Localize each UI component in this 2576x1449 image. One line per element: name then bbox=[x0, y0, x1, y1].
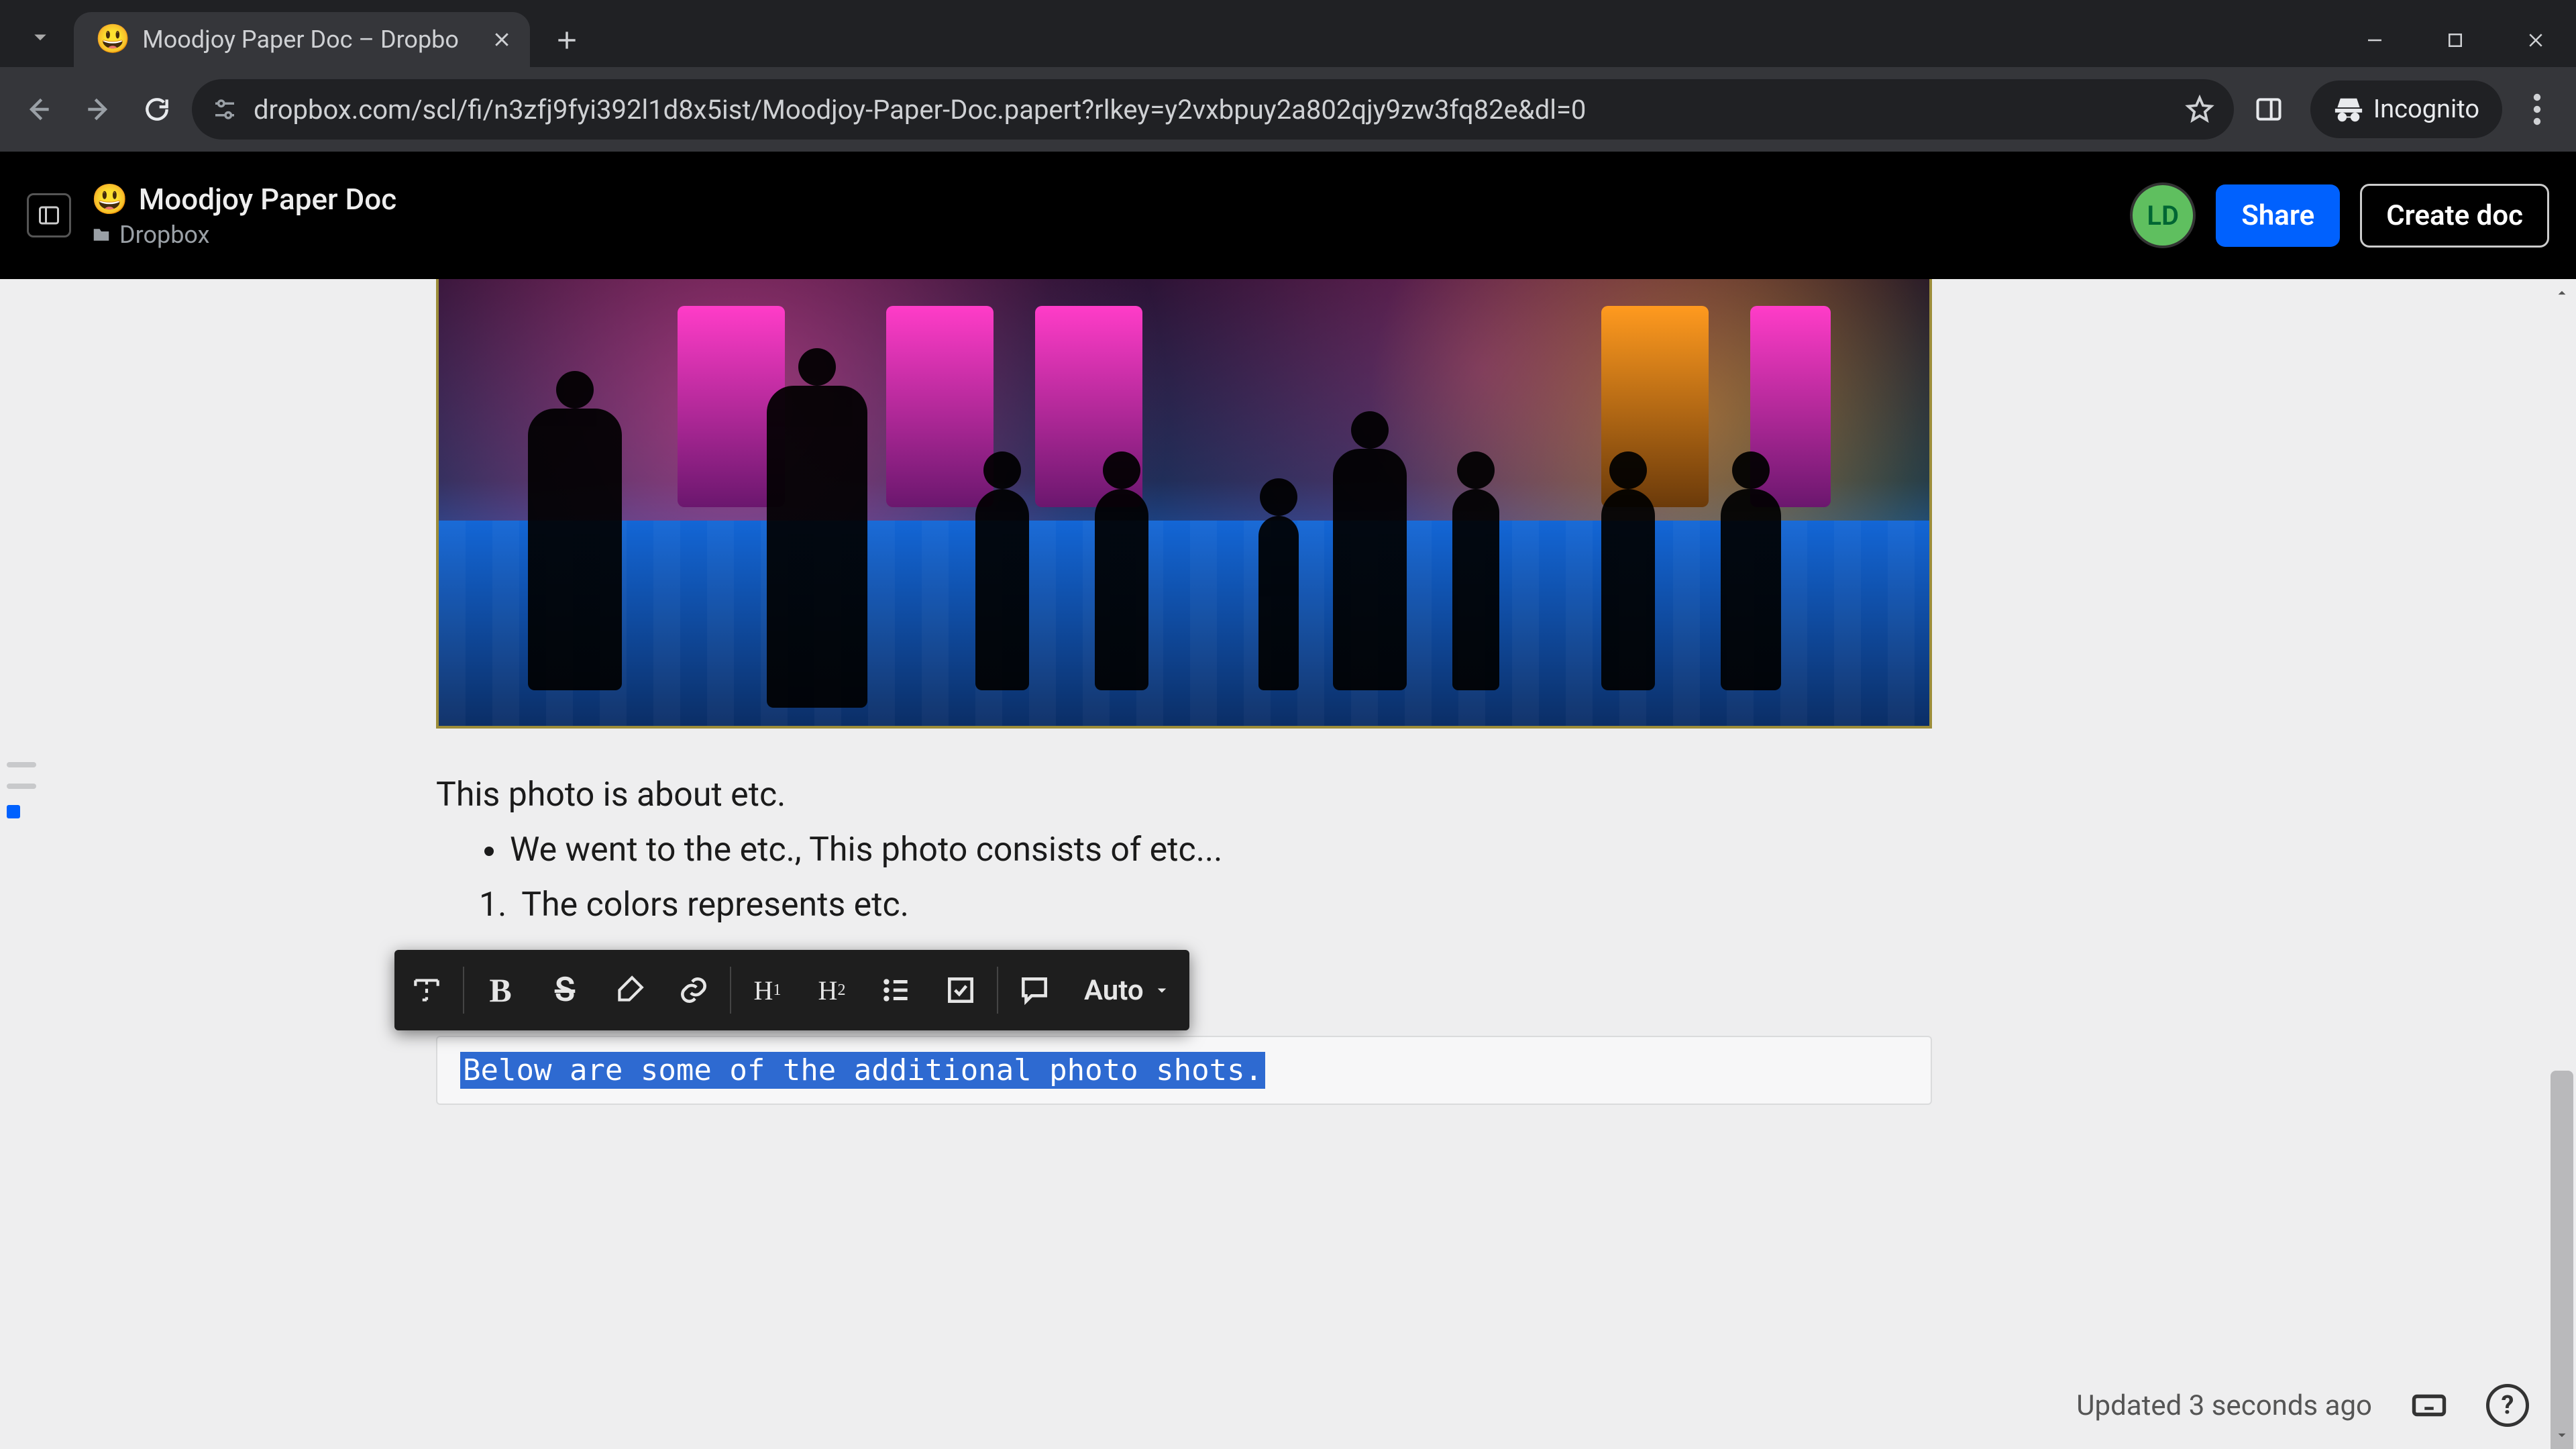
nav-back-button[interactable] bbox=[15, 85, 63, 133]
search-tabs-button[interactable] bbox=[7, 7, 74, 67]
omnibox[interactable]: dropbox.com/scl/fi/n3zfj9fyi392l1d8x5ist… bbox=[192, 79, 2234, 140]
nav-forward-button[interactable] bbox=[74, 85, 122, 133]
window-minimize-button[interactable] bbox=[2334, 17, 2415, 64]
list-icon bbox=[879, 973, 913, 1007]
list-item[interactable]: We went to the etc., This photo consists… bbox=[484, 830, 1932, 869]
h2-button[interactable]: H2 bbox=[800, 950, 864, 1030]
maximize-icon bbox=[2445, 30, 2465, 50]
bullet-list[interactable]: We went to the etc., This photo consists… bbox=[436, 830, 1932, 869]
bold-button[interactable]: B bbox=[468, 950, 533, 1030]
help-button[interactable]: ? bbox=[2486, 1384, 2529, 1427]
scroll-up-button[interactable] bbox=[2548, 279, 2576, 307]
breadcrumb-label: Dropbox bbox=[119, 221, 209, 249]
paper-header: 😃 Moodjoy Paper Doc Dropbox LD Share Cre… bbox=[0, 152, 2576, 279]
numbered-list[interactable]: 1. The colors represents etc. bbox=[436, 885, 1932, 924]
chevron-down-icon bbox=[1152, 980, 1172, 1000]
vertical-scrollbar[interactable] bbox=[2548, 279, 2576, 1449]
folder-icon bbox=[91, 225, 111, 245]
panel-icon bbox=[2254, 95, 2284, 124]
selected-text[interactable]: Below are some of the additional photo s… bbox=[460, 1052, 1265, 1089]
plus-icon bbox=[554, 28, 580, 53]
tab-close-button[interactable] bbox=[488, 26, 515, 53]
close-icon bbox=[2526, 30, 2546, 50]
scroll-down-button[interactable] bbox=[2548, 1421, 2576, 1449]
text-style-icon bbox=[410, 973, 443, 1007]
link-button[interactable] bbox=[661, 950, 726, 1030]
comment-icon bbox=[1018, 973, 1051, 1007]
browser-tab-active[interactable]: 😃 Moodjoy Paper Doc – Dropbo bbox=[74, 12, 530, 67]
sidebar-toggle-button[interactable] bbox=[27, 193, 71, 237]
bookmark-button[interactable] bbox=[2184, 94, 2215, 125]
star-icon bbox=[2184, 94, 2215, 125]
nav-reload-button[interactable] bbox=[133, 85, 181, 133]
keyboard-shortcuts-button[interactable] bbox=[2406, 1382, 2453, 1429]
list-item[interactable]: 1. The colors represents etc. bbox=[479, 885, 1932, 924]
window-close-button[interactable] bbox=[2496, 17, 2576, 64]
new-tab-button[interactable] bbox=[540, 13, 594, 67]
checkbox-icon bbox=[944, 973, 977, 1007]
text-format-toolbar: B S H1 H2 bbox=[394, 950, 1189, 1030]
document-canvas[interactable]: This photo is about etc. We went to the … bbox=[0, 279, 2548, 1449]
doc-title[interactable]: Moodjoy Paper Doc bbox=[139, 182, 396, 217]
arrow-left-icon bbox=[24, 95, 54, 124]
breadcrumb[interactable]: Dropbox bbox=[91, 221, 396, 249]
tab-title: Moodjoy Paper Doc – Dropbo bbox=[142, 25, 476, 54]
avatar[interactable]: LD bbox=[2130, 182, 2196, 248]
tab-strip: 😃 Moodjoy Paper Doc – Dropbo bbox=[0, 0, 2576, 67]
h1-button[interactable]: H1 bbox=[735, 950, 800, 1030]
embedded-image[interactable] bbox=[436, 279, 1932, 729]
comment-button[interactable] bbox=[1002, 950, 1067, 1030]
highlight-icon bbox=[612, 973, 646, 1007]
last-updated-text: Updated 3 seconds ago bbox=[2076, 1389, 2372, 1422]
text-style-button[interactable] bbox=[394, 950, 459, 1030]
link-icon bbox=[677, 973, 710, 1007]
arrow-right-icon bbox=[83, 95, 113, 124]
chevron-up-icon bbox=[2553, 284, 2571, 302]
close-icon bbox=[492, 30, 512, 50]
sidebar-icon bbox=[37, 203, 61, 227]
window-maximize-button[interactable] bbox=[2415, 17, 2496, 64]
url-text: dropbox.com/scl/fi/n3zfj9fyi392l1d8x5ist… bbox=[254, 94, 1586, 125]
checklist-button[interactable] bbox=[928, 950, 993, 1030]
code-block[interactable]: Below are some of the additional photo s… bbox=[436, 1036, 1932, 1105]
list-item-text: The colors represents etc. bbox=[521, 885, 909, 924]
bullet-list-button[interactable] bbox=[864, 950, 928, 1030]
address-bar: dropbox.com/scl/fi/n3zfj9fyi392l1d8x5ist… bbox=[0, 67, 2576, 152]
highlight-button[interactable] bbox=[597, 950, 661, 1030]
chevron-down-icon bbox=[26, 23, 54, 51]
scrollbar-thumb[interactable] bbox=[2551, 1071, 2573, 1449]
list-item-number: 1. bbox=[479, 885, 506, 924]
chrome-menu-button[interactable] bbox=[2513, 85, 2561, 133]
paragraph[interactable]: This photo is about etc. bbox=[436, 775, 1932, 814]
list-item-text: We went to the etc., This photo consists… bbox=[510, 830, 1222, 869]
keyboard-icon bbox=[2411, 1387, 2447, 1424]
chevron-down-icon bbox=[2553, 1426, 2571, 1444]
share-button[interactable]: Share bbox=[2216, 184, 2340, 247]
language-auto-label: Auto bbox=[1084, 974, 1144, 1007]
incognito-indicator[interactable]: Incognito bbox=[2310, 80, 2502, 138]
reload-icon bbox=[142, 95, 172, 124]
incognito-icon bbox=[2333, 94, 2364, 125]
language-auto-dropdown[interactable]: Auto bbox=[1067, 974, 1189, 1007]
minimize-icon bbox=[2365, 30, 2385, 50]
site-info-button[interactable] bbox=[211, 95, 239, 123]
tab-favicon: 😃 bbox=[95, 25, 130, 54]
create-doc-button[interactable]: Create doc bbox=[2360, 184, 2549, 248]
tune-icon bbox=[211, 95, 239, 123]
doc-emoji: 😃 bbox=[91, 182, 128, 217]
side-panel-button[interactable] bbox=[2245, 85, 2293, 133]
paper-footer: Updated 3 seconds ago ? bbox=[2076, 1382, 2529, 1429]
kebab-icon bbox=[2533, 93, 2541, 125]
incognito-label: Incognito bbox=[2373, 95, 2479, 124]
bullet-icon bbox=[484, 847, 494, 856]
strikethrough-button[interactable]: S bbox=[533, 950, 597, 1030]
